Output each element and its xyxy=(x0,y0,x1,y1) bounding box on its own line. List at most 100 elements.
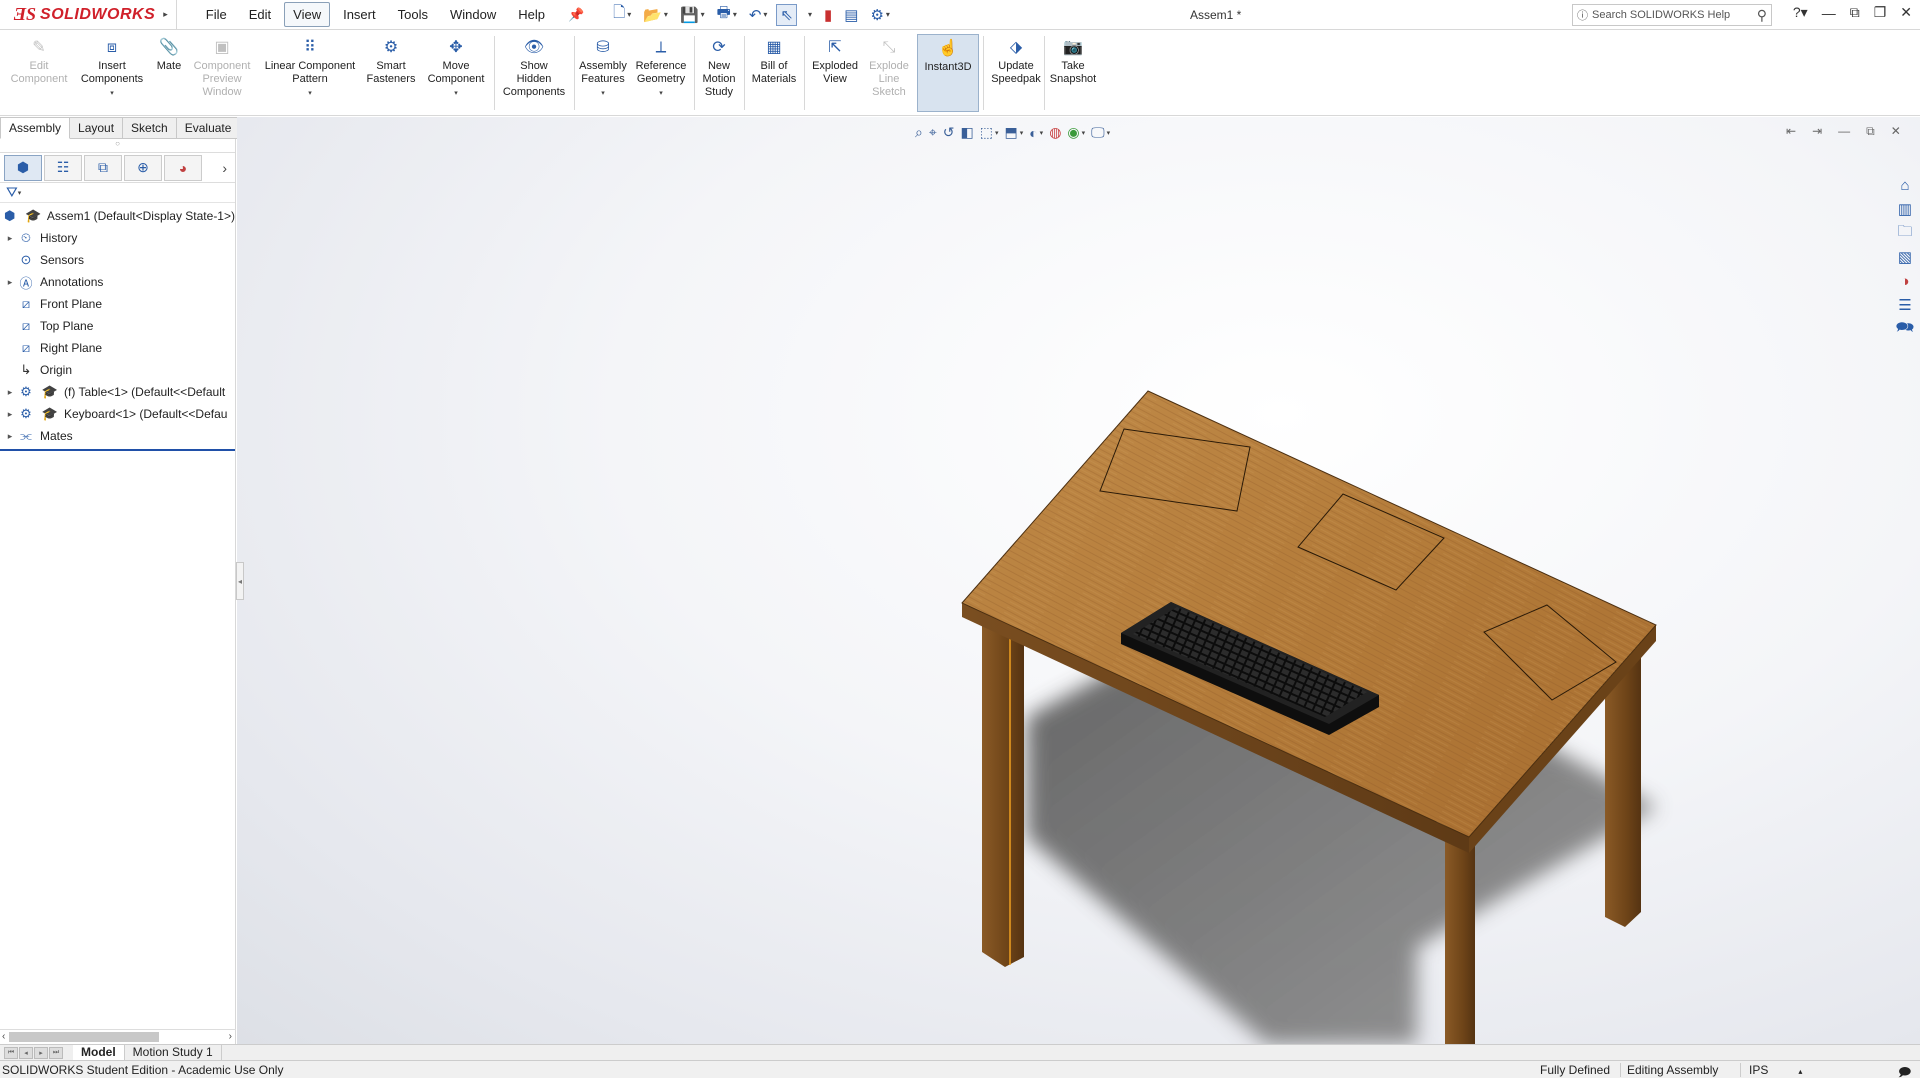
rebuild-button[interactable]: ▮ xyxy=(821,4,835,26)
configuration-manager-tab[interactable]: ⧉ xyxy=(84,154,122,181)
section-view-icon[interactable]: ◧ xyxy=(960,124,973,141)
options-button[interactable]: ⚙ ▾ xyxy=(867,4,892,26)
save-button[interactable]: 💾 ▾ xyxy=(677,4,708,26)
expand-arrow-icon[interactable]: ▸ xyxy=(4,409,16,420)
dynamic-annotation-icon[interactable]: ⬚ xyxy=(980,124,993,141)
new-document-button[interactable]: 🗋 ▾ xyxy=(610,4,634,26)
forum-icon[interactable]: 🗪 xyxy=(1894,319,1916,338)
graphics-area[interactable]: Y X Z xyxy=(237,117,1920,1078)
expand-arrow-icon[interactable]: ▸ xyxy=(4,277,16,288)
update-speedpak-button[interactable]: ⬗ Update Speedpak xyxy=(986,36,1046,86)
panel-grip[interactable]: ○ xyxy=(0,139,235,153)
tab-layout[interactable]: Layout xyxy=(70,117,124,139)
chevron-down-icon[interactable]: ▾ xyxy=(110,87,114,100)
scroll-right-icon[interactable]: › xyxy=(229,1031,232,1042)
appearances-icon[interactable]: ◑ xyxy=(1894,272,1916,290)
insert-components-button[interactable]: ⧈ Insert Components ▾ xyxy=(76,36,148,100)
view-palette-icon[interactable]: ▧ xyxy=(1894,248,1916,266)
tab-motion-study-1[interactable]: Motion Study 1 xyxy=(125,1044,222,1061)
tab-assembly[interactable]: Assembly xyxy=(0,117,71,139)
expand-arrow-icon[interactable]: ▸ xyxy=(4,233,16,244)
solidworks-logo[interactable]: ƎS SOLIDWORKS ▸ xyxy=(0,0,177,30)
file-properties-button[interactable]: ▤ xyxy=(841,4,861,26)
show-hidden-components-button[interactable]: 👁 Show Hidden Components xyxy=(498,36,570,99)
maximize-icon[interactable]: ❐ xyxy=(1874,4,1887,21)
assembly-3d-model[interactable] xyxy=(237,117,1920,1044)
search-icon[interactable]: ⚲ xyxy=(1757,7,1767,24)
tab-evaluate[interactable]: Evaluate xyxy=(176,117,241,139)
smart-fasteners-button[interactable]: ⚙ Smart Fasteners xyxy=(364,36,418,86)
assembly-features-button[interactable]: ⛁ Assembly Features ▾ xyxy=(578,36,628,100)
feature-manager-tab[interactable]: ⬢ xyxy=(4,154,42,181)
instant3d-button[interactable]: ☝ Instant3D xyxy=(917,34,979,112)
menu-insert[interactable]: Insert xyxy=(334,2,385,27)
viewport-right-icon[interactable]: ⇥ xyxy=(1812,124,1822,139)
logo-flyout-arrow-icon[interactable]: ▸ xyxy=(163,9,168,20)
viewport-restore-icon[interactable]: ⧉ xyxy=(1866,124,1875,139)
help-question-icon[interactable]: ?▾ xyxy=(1793,4,1808,21)
tree-item-history[interactable]: ▸ ⏲ History xyxy=(0,227,235,249)
new-motion-study-button[interactable]: ⟳ New Motion Study xyxy=(698,36,740,99)
chevron-down-icon[interactable]: ▾ xyxy=(601,87,605,100)
apply-scene-icon[interactable]: ◉ xyxy=(1067,124,1079,141)
zoom-to-area-icon[interactable]: ⌖ xyxy=(929,124,937,141)
menu-file[interactable]: File xyxy=(197,2,236,27)
file-explorer-icon[interactable]: 🗀 xyxy=(1894,223,1916,242)
view-settings-icon[interactable]: 🖵 xyxy=(1091,124,1105,141)
viewport-left-icon[interactable]: ⇤ xyxy=(1786,124,1796,139)
tree-filter[interactable]: ⛛ ▾ xyxy=(0,183,235,203)
reference-geometry-button[interactable]: ⟂ Reference Geometry ▾ xyxy=(632,36,690,100)
units-selector[interactable]: IPS ▴ xyxy=(1740,1063,1840,1077)
mate-button[interactable]: 📎 Mate xyxy=(152,36,186,73)
move-component-button[interactable]: ✥ Move Component ▾ xyxy=(422,36,490,100)
tree-item-table[interactable]: ▸ ⚙ 🎓 (f) Table<1> (Default<<Default xyxy=(0,381,235,403)
zoom-to-fit-icon[interactable]: ⌕ xyxy=(915,124,923,141)
tree-item-right-plane[interactable]: ⧄ Right Plane xyxy=(0,337,235,359)
custom-properties-icon[interactable]: ☰ xyxy=(1894,296,1916,314)
chevron-down-icon[interactable]: ▾ xyxy=(308,87,312,100)
tree-item-keyboard[interactable]: ▸ ⚙ 🎓 Keyboard<1> (Default<<Defau xyxy=(0,403,235,425)
close-icon[interactable]: ✕ xyxy=(1900,4,1912,21)
pin-menu-icon[interactable]: 📌 xyxy=(568,7,584,23)
previous-view-icon[interactable]: ↺ xyxy=(943,124,955,141)
menu-window[interactable]: Window xyxy=(441,2,505,27)
home-icon[interactable]: ⌂ xyxy=(1894,176,1916,194)
explode-line-sketch-button[interactable]: ⤡ Explode Line Sketch xyxy=(866,36,912,99)
tree-item-assem1[interactable]: ⬢ 🎓 Assem1 (Default<Display State-1>) xyxy=(0,205,235,227)
restore-icon[interactable]: ⧉ xyxy=(1850,4,1860,21)
exploded-view-button[interactable]: ⇱ Exploded View xyxy=(808,36,862,86)
expand-arrow-icon[interactable]: ▸ xyxy=(4,431,16,442)
next-tab-icon[interactable]: ▸ xyxy=(34,1046,48,1059)
view-orientation-icon[interactable]: ⬒ xyxy=(1004,124,1017,141)
search-help-field[interactable]: ⓘ Search SOLIDWORKS Help ⚲ xyxy=(1572,4,1772,26)
select-button[interactable]: ⇖ xyxy=(776,3,797,26)
display-manager-tab[interactable]: ◕ xyxy=(164,154,202,181)
edit-appearance-icon[interactable]: ◍ xyxy=(1049,124,1061,141)
panel-horizontal-scrollbar[interactable]: ‹ › xyxy=(0,1029,236,1043)
viewport-close-icon[interactable]: ✕ xyxy=(1891,124,1901,139)
dimxpert-manager-tab[interactable]: ⊕ xyxy=(124,154,162,181)
last-tab-icon[interactable]: ⏭ xyxy=(49,1046,63,1059)
bill-of-materials-button[interactable]: ▦ Bill of Materials xyxy=(748,36,800,86)
scroll-thumb[interactable] xyxy=(9,1031,160,1042)
select-flyout[interactable]: ▾ xyxy=(803,4,815,26)
tab-sketch[interactable]: Sketch xyxy=(123,117,177,139)
tree-item-front-plane[interactable]: ⧄ Front Plane xyxy=(0,293,235,315)
menu-edit[interactable]: Edit xyxy=(240,2,280,27)
design-library-icon[interactable]: ▥ xyxy=(1894,200,1916,218)
undo-button[interactable]: ↶ ▾ xyxy=(746,4,771,26)
rollback-bar[interactable] xyxy=(0,449,235,451)
open-button[interactable]: 📂 ▾ xyxy=(640,4,671,26)
tree-item-annotations[interactable]: ▸ Ⓐ Annotations xyxy=(0,271,235,293)
tab-model[interactable]: Model xyxy=(73,1044,125,1061)
chat-icon[interactable]: 🗩 xyxy=(1898,1063,1911,1078)
tree-item-sensors[interactable]: ⊙ Sensors xyxy=(0,249,235,271)
chevron-right-icon[interactable]: › xyxy=(222,160,227,176)
chevron-down-icon[interactable]: ▾ xyxy=(659,87,663,100)
display-style-icon[interactable]: ◐ xyxy=(1029,125,1037,141)
print-button[interactable]: 🖶 ▾ xyxy=(714,4,740,26)
menu-help[interactable]: Help xyxy=(509,2,554,27)
component-preview-window-button[interactable]: ▣ Component Preview Window xyxy=(188,36,256,99)
expand-arrow-icon[interactable]: ▸ xyxy=(4,387,16,398)
minimize-icon[interactable]: — xyxy=(1822,5,1836,21)
